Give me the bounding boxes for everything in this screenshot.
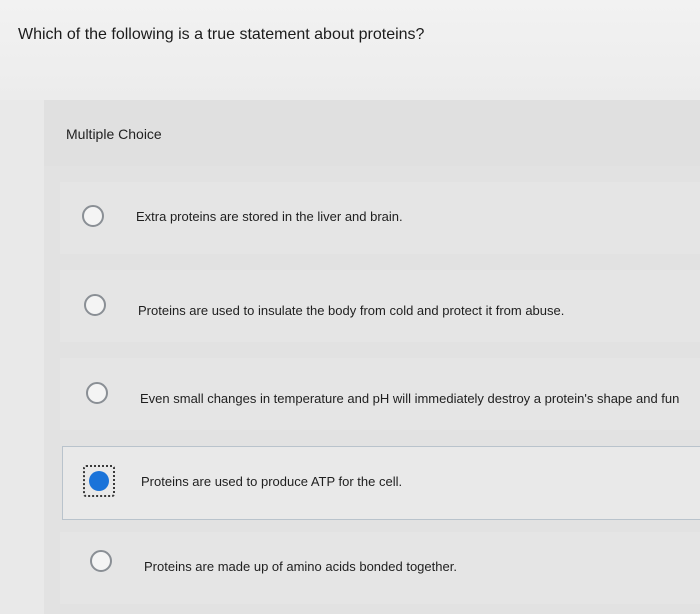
option-2-label: Proteins are used to insulate the body f… xyxy=(138,303,565,318)
option-1[interactable]: Extra proteins are stored in the liver a… xyxy=(60,182,700,254)
radio-button-option-1[interactable] xyxy=(82,205,104,227)
option-4-label: Proteins are used to produce ATP for the… xyxy=(141,474,403,489)
radio-button-option-3[interactable] xyxy=(86,382,108,404)
option-3-label: Even small changes in temperature and pH… xyxy=(140,391,680,406)
question-text: Which of the following is a true stateme… xyxy=(18,26,425,43)
option-5-label: Proteins are made up of amino acids bond… xyxy=(144,559,457,574)
option-2[interactable]: Proteins are used to insulate the body f… xyxy=(60,270,700,342)
radio-button-option-5[interactable] xyxy=(90,550,112,572)
option-4-selected[interactable]: Proteins are used to produce ATP for the… xyxy=(62,446,700,520)
selected-dot-icon xyxy=(89,471,109,491)
radio-button-option-2[interactable] xyxy=(84,294,106,316)
question-area: Which of the following is a true stateme… xyxy=(0,0,700,100)
option-5[interactable]: Proteins are made up of amino acids bond… xyxy=(60,532,700,604)
option-3[interactable]: Even small changes in temperature and pH… xyxy=(60,358,700,430)
radio-button-option-4[interactable] xyxy=(83,465,115,497)
option-1-label: Extra proteins are stored in the liver a… xyxy=(136,209,403,224)
multiple-choice-label: Multiple Choice xyxy=(66,126,162,142)
